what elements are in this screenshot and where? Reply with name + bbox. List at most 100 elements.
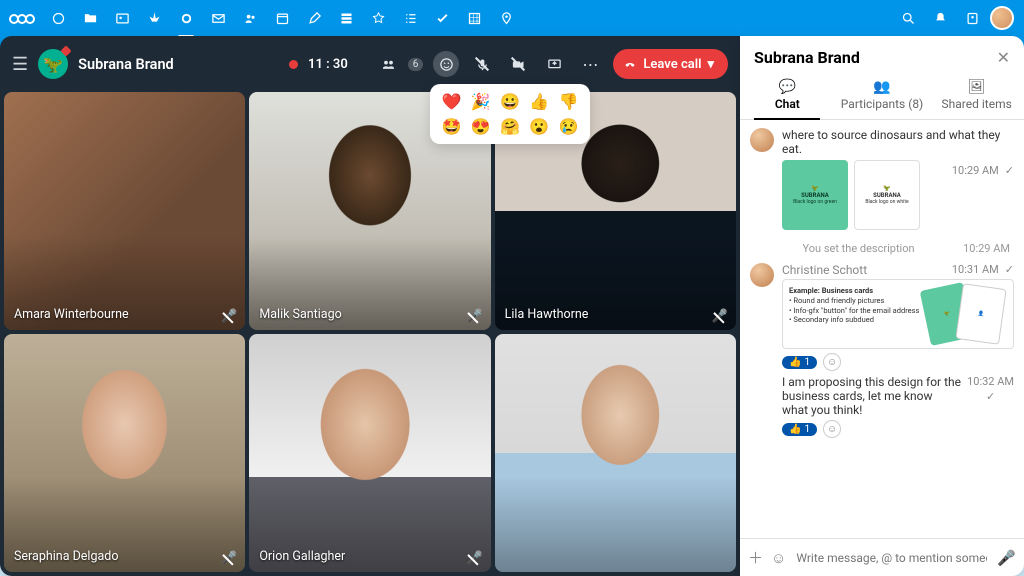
message-input[interactable] (794, 550, 989, 566)
reaction-pill[interactable]: 👍1 (782, 423, 817, 436)
mic-muted-icon: 🎤 (466, 551, 482, 566)
reaction-wow[interactable]: 😮 (528, 117, 551, 136)
reaction-thumbsup[interactable]: 👍 (528, 92, 551, 111)
reaction-hearteyes[interactable]: 😍 (469, 117, 492, 136)
app-activity-icon[interactable] (140, 4, 168, 32)
add-reaction-icon[interactable]: ☺ (823, 420, 841, 438)
participants-count-badge: 6 (408, 58, 424, 71)
video-tile[interactable]: Seraphina Delgado 🎤 (4, 334, 245, 572)
app-notes-icon[interactable] (300, 4, 328, 32)
reaction-cry[interactable]: 😢 (557, 117, 580, 136)
app-bookmarks-icon[interactable] (364, 4, 392, 32)
attachment-thumb[interactable]: 🦖SUBRANABlack logo on white (854, 160, 920, 230)
room-avatar[interactable]: 🦖 (38, 49, 68, 79)
system-message: You set the description 10:29 AM (750, 238, 1014, 259)
tab-participants[interactable]: 👥Participants (8) (835, 73, 930, 119)
app-deck-icon[interactable] (332, 4, 360, 32)
reaction-hug[interactable]: 🤗 (498, 117, 521, 136)
sender-avatar[interactable] (750, 263, 774, 287)
card-preview: 👤 (956, 283, 1007, 345)
read-check-icon: ✓ (986, 390, 995, 403)
mic-muted-icon: 🎤 (712, 309, 728, 324)
reaction-thumbsdown[interactable]: 👎 (557, 92, 580, 111)
attachment-card[interactable]: Example: Business cards• Round and frien… (782, 279, 1014, 349)
message-time: 10:29 AM (952, 164, 999, 177)
contacts-menu-icon[interactable] (958, 4, 986, 32)
video-tile[interactable] (495, 334, 736, 572)
attach-icon[interactable]: ＋ (748, 547, 763, 568)
people-icon: 👥 (835, 79, 930, 95)
reaction-pill[interactable]: 👍1 (782, 356, 817, 369)
video-tile[interactable]: Amara Winterbourne 🎤 (4, 92, 245, 330)
participant-name: Orion Gallagher (259, 549, 345, 564)
app-photos-icon[interactable] (108, 4, 136, 32)
sidebar-title: Subrana Brand (754, 48, 860, 67)
video-grid: Amara Winterbourne 🎤 Malik Santiago 🎤 Lila… (0, 92, 740, 576)
conversation-menu-icon[interactable]: ☰ (12, 54, 28, 75)
app-mail-icon[interactable] (204, 4, 232, 32)
chat-message: Christine Schott 10:31 AM ✓ Example: Busi… (750, 263, 1014, 441)
participant-name: Seraphina Delgado (14, 549, 118, 564)
call-panel: ☰ 🦖 Subrana Brand 11 : 30 6 ⋯ Leave call… (0, 36, 740, 576)
sidebar-tabs: 💬Chat 👥Participants (8) 🖼Shared items (740, 73, 1024, 120)
app-calendar-icon[interactable] (268, 4, 296, 32)
chat-scroll[interactable]: where to source dinosaurs and what they … (740, 120, 1024, 538)
reaction-heart[interactable]: ❤️ (440, 92, 463, 111)
chat-message: where to source dinosaurs and what they … (750, 128, 1014, 234)
sidebar-panel: Subrana Brand ✕ 💬Chat 👥Participants (8) … (740, 36, 1024, 576)
video-tile[interactable]: Orion Gallagher 🎤 (249, 334, 490, 572)
tab-chat[interactable]: 💬Chat (740, 73, 835, 119)
search-icon[interactable] (894, 4, 922, 32)
shared-icon: 🖼 (929, 79, 1024, 95)
app-contacts-icon[interactable] (236, 4, 264, 32)
recording-indicator-icon (289, 60, 298, 69)
reactions-button[interactable] (433, 51, 459, 77)
tab-shared[interactable]: 🖼Shared items (929, 73, 1024, 119)
app-checklist-icon[interactable] (428, 4, 456, 32)
nextcloud-logo[interactable] (10, 9, 34, 28)
app-maps-icon[interactable] (492, 4, 520, 32)
app-tasks-icon[interactable] (396, 4, 424, 32)
reactions-popover: ❤️ 🎉 😀 👍 👎 🤩 😍 🤗 😮 😢 (430, 84, 590, 144)
sender-name: Christine Schott (782, 263, 946, 277)
reaction-starstruck[interactable]: 🤩 (440, 117, 463, 136)
mic-muted-icon: 🎤 (221, 309, 237, 324)
add-reaction-icon[interactable]: ☺ (823, 353, 841, 371)
participant-name: Malik Santiago (259, 307, 341, 322)
app-dashboard-icon[interactable] (44, 4, 72, 32)
mute-mic-icon[interactable] (469, 51, 495, 77)
more-options-icon[interactable]: ⋯ (577, 51, 603, 77)
message-composer: ＋ ☺ 🎤 (740, 538, 1024, 576)
message-time: 10:31 AM (952, 263, 999, 276)
app-files-icon[interactable] (76, 4, 104, 32)
reaction-smile[interactable]: 😀 (498, 92, 521, 111)
participants-count-icon[interactable] (376, 51, 402, 77)
user-avatar[interactable] (990, 6, 1014, 30)
read-check-icon: ✓ (1005, 263, 1014, 276)
mic-muted-icon: 🎤 (466, 309, 482, 324)
call-timer: 11 : 30 (308, 57, 348, 72)
room-title: Subrana Brand (78, 56, 174, 73)
call-toolbar: ☰ 🦖 Subrana Brand 11 : 30 6 ⋯ Leave call… (0, 36, 740, 92)
camera-off-icon[interactable] (505, 51, 531, 77)
message-text: I am proposing this design for the busin… (782, 375, 961, 417)
reaction-party[interactable]: 🎉 (469, 92, 492, 111)
leave-call-label: Leave call (643, 57, 701, 72)
app-tables-icon[interactable] (460, 4, 488, 32)
voice-message-icon[interactable]: 🎤 (997, 549, 1016, 567)
message-time: 10:32 AM (967, 375, 1014, 388)
close-sidebar-icon[interactable]: ✕ (997, 48, 1010, 67)
participant-name: Amara Winterbourne (14, 307, 129, 322)
app-talk-icon[interactable] (172, 4, 200, 32)
leave-call-button[interactable]: Leave call ▾ (613, 49, 728, 79)
top-nav-bar (0, 0, 1024, 36)
sender-avatar[interactable] (750, 128, 774, 152)
notifications-icon[interactable] (926, 4, 954, 32)
attachment-thumb[interactable]: 🦖SUBRANABlack logo on green (782, 160, 848, 230)
mic-muted-icon: 🎤 (221, 551, 237, 566)
screen-share-icon[interactable] (541, 51, 567, 77)
read-check-icon: ✓ (1005, 164, 1014, 177)
participant-name: Lila Hawthorne (505, 307, 589, 322)
chat-icon: 💬 (740, 79, 835, 95)
emoji-picker-icon[interactable]: ☺ (771, 549, 786, 567)
